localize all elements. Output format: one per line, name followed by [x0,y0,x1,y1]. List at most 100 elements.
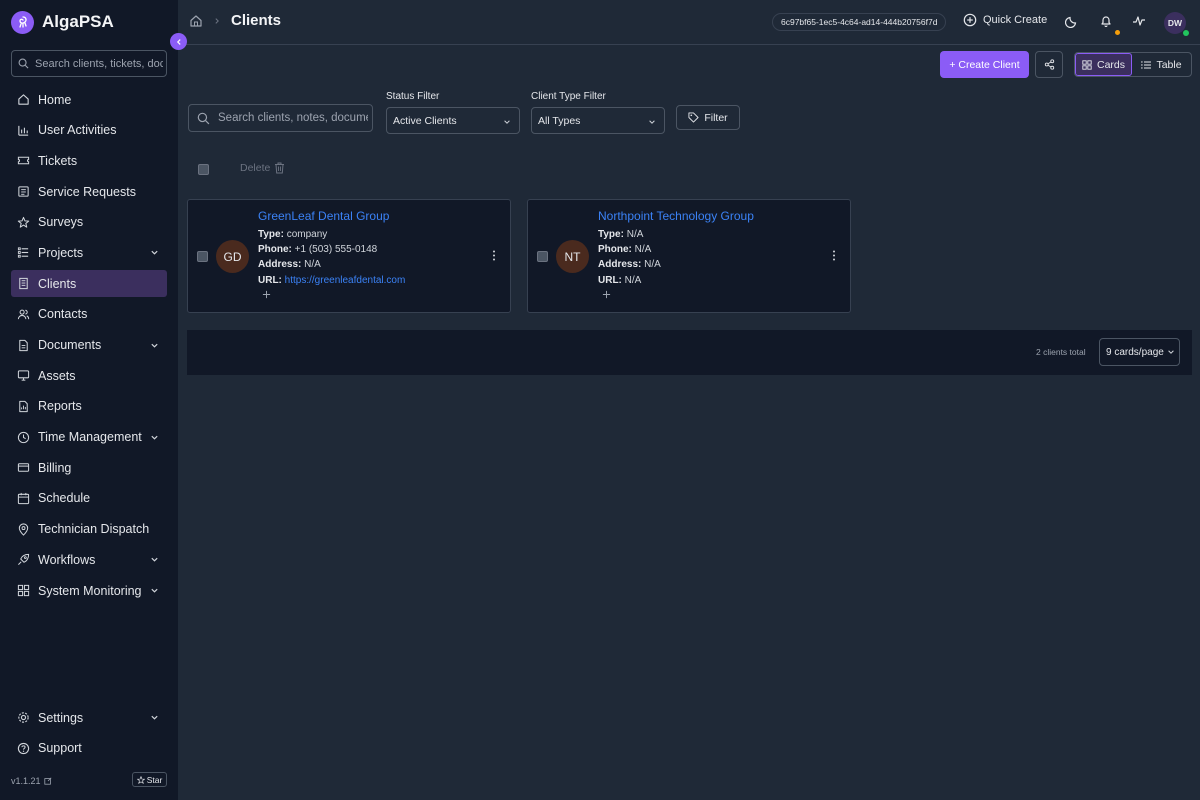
brand-name: AlgaPSA [42,12,114,31]
chart-icon [18,125,29,136]
sidebar-item-workflows[interactable]: Workflows [11,546,167,573]
github-star-button[interactable]: Star [132,772,167,787]
view-table-button[interactable]: Table [1132,53,1191,76]
client-type-row: Type: company [258,229,327,240]
client-search[interactable] [188,104,373,132]
delete-selected-button[interactable]: Delete [240,162,285,174]
sidebar-item-home[interactable]: Home [11,86,167,113]
client-phone-value: N/A [634,244,652,255]
sidebar-item-time-management[interactable]: Time Management [11,424,167,451]
sidebar-collapse-button[interactable] [170,33,187,50]
bell-icon[interactable] [1099,14,1113,28]
sidebar-item-label: Settings [38,710,84,725]
star-icon [17,216,30,228]
share-button[interactable] [1035,51,1063,78]
sidebar-item-settings[interactable]: Settings [11,704,167,731]
notification-dot [1115,30,1120,35]
brand[interactable]: AlgaPSA [11,10,114,34]
tag-filter-button[interactable]: Filter [676,105,740,130]
sidebar-item-technician-dispatch[interactable]: Technician Dispatch [11,516,167,543]
status-filter-select[interactable]: Active Clients [386,107,520,134]
filter-button-label: Filter [704,111,728,124]
client-card[interactable]: GD GreenLeaf Dental Group Type: company … [187,199,511,313]
plus-circle-icon [963,13,977,27]
client-url-link[interactable]: https://greenleafdental.com [285,275,406,286]
quick-create-button[interactable]: Quick Create [963,13,1047,27]
client-type-value: company [286,229,328,240]
client-search-input[interactable] [218,112,368,124]
version-text: v1.1.21 [11,776,41,786]
client-select-checkbox[interactable] [537,251,548,262]
document-icon [19,339,28,351]
sidebar-item-clients[interactable]: Clients [11,270,167,298]
chevron-down-icon [151,715,158,720]
add-tag-icon[interactable] [602,290,611,299]
client-name-link[interactable]: Northpoint Technology Group [598,209,754,223]
sidebar-item-documents[interactable]: Documents [11,332,167,359]
sidebar-item-label: Schedule [38,491,91,506]
sidebar-item-assets[interactable]: Assets [11,362,167,389]
create-client-button[interactable]: + Create Client [940,51,1029,78]
external-link-icon [43,777,52,785]
sidebar-search-input[interactable] [35,57,163,70]
sidebar-item-support[interactable]: Support [11,735,167,762]
client-name-link[interactable]: GreenLeaf Dental Group [258,209,389,223]
sidebar-item-label: Reports [38,399,82,414]
page-title: Clients [231,12,282,29]
add-tag-icon[interactable] [262,290,271,299]
per-page-value: 9 cards/page [1106,346,1164,358]
more-vertical-icon[interactable] [492,250,496,261]
client-type-filter-select[interactable]: All Types [531,107,665,134]
sidebar-item-label: Assets [38,368,76,383]
chevron-down-icon [151,343,158,348]
client-type-label: Type: [598,229,624,240]
sidebar-item-user-activities[interactable]: User Activities [11,117,167,144]
home-icon[interactable] [189,14,203,28]
client-url-row: URL: N/A [598,275,641,286]
client-phone-row: Phone: +1 (503) 555-0148 [258,244,377,255]
sidebar-item-system-monitoring[interactable]: System Monitoring [11,577,167,604]
gear-icon [18,712,29,723]
sidebar-item-tickets[interactable]: Tickets [11,147,167,174]
sidebar: AlgaPSA Home User Activities Tickets Servic… [0,0,179,800]
trash-icon [275,162,285,174]
delete-label: Delete [240,162,271,174]
sidebar-item-schedule[interactable]: Schedule [11,485,167,512]
star-icon [136,775,145,784]
sidebar-item-projects[interactable]: Projects [11,239,167,266]
chevron-down-icon [151,435,158,440]
star-label: Star [146,774,163,785]
cards-per-page-select[interactable]: 9 cards/page [1099,338,1180,366]
client-address-label: Address: [598,259,642,270]
view-cards-button[interactable]: Cards [1075,53,1133,76]
calendar-icon [17,492,30,505]
version-link[interactable]: v1.1.21 [11,776,52,786]
sidebar-item-service-requests[interactable]: Service Requests [11,178,167,205]
view-cards-label: Cards [1097,58,1126,71]
client-phone-label: Phone: [258,244,292,255]
client-phone-value: +1 (503) 555-0148 [294,244,378,255]
sidebar-item-label: Support [38,741,82,756]
client-card[interactable]: NT Northpoint Technology Group Type: N/A… [527,199,851,313]
sidebar-item-contacts[interactable]: Contacts [11,301,167,328]
sidebar-item-label: User Activities [38,123,117,138]
session-id-badge[interactable]: 6c97bf65-1ec5-4c64-ad14-444b20756f7d [772,13,947,31]
sidebar-search[interactable] [11,50,167,77]
client-select-checkbox[interactable] [197,251,208,262]
moon-icon[interactable] [1065,14,1079,28]
list-icon [1141,60,1152,69]
client-address-row: Address: N/A [258,259,321,270]
client-phone-label: Phone: [598,244,632,255]
sidebar-item-reports[interactable]: Reports [11,393,167,420]
client-address-label: Address: [258,259,302,270]
view-table-label: Table [1156,58,1182,71]
sidebar-item-billing[interactable]: Billing [11,454,167,481]
quick-create-label: Quick Create [983,14,1048,26]
activity-icon[interactable] [1132,14,1146,28]
more-vertical-icon[interactable] [832,250,836,261]
sidebar-item-surveys[interactable]: Surveys [11,209,167,236]
client-type-filter-label: Client Type Filter [531,91,606,102]
sidebar-item-label: System Monitoring [38,583,142,598]
select-all-checkbox[interactable] [198,164,209,175]
chevron-down-icon [151,588,158,593]
